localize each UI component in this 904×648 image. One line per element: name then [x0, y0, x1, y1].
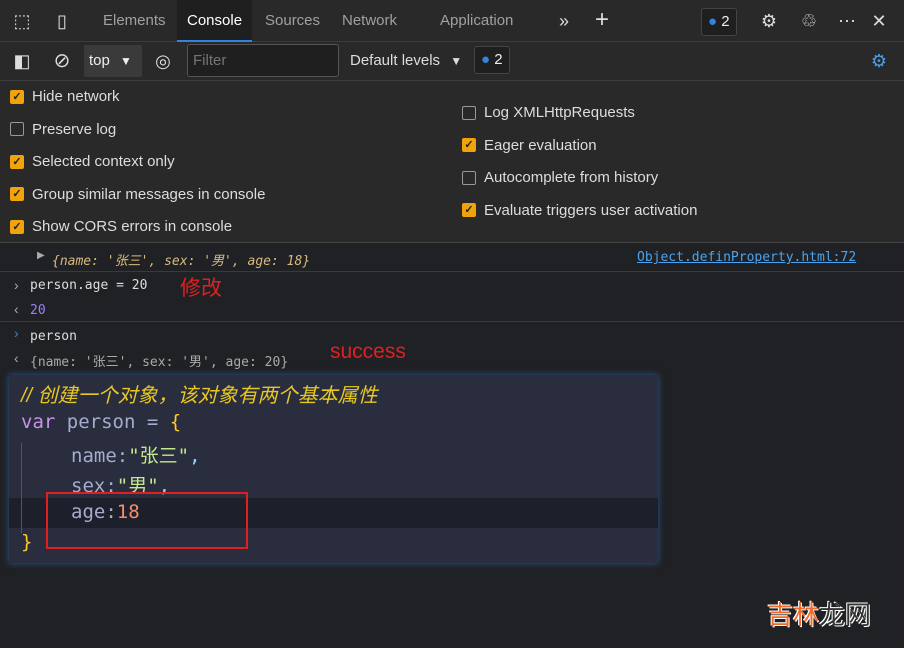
checkbox[interactable]: ✓	[10, 219, 24, 234]
more-options-icon[interactable]: ⋯	[835, 9, 859, 33]
more-tabs-icon[interactable]: »	[552, 9, 576, 33]
code-line: var person = {	[21, 411, 181, 433]
code-screenshot: // 创建一个对象，该对象有两个基本属性 var person = { name…	[9, 375, 658, 563]
setting-option[interactable]: ✓ Show CORS errors in console	[10, 218, 232, 235]
setting-label: Autocomplete from history	[484, 169, 659, 186]
tab-sources[interactable]: Sources	[255, 0, 330, 42]
messages-badge[interactable]: ● 2	[474, 46, 510, 74]
checkbox[interactable]: ✓	[10, 154, 24, 169]
setting-option[interactable]: ✓ Selected context only	[10, 153, 175, 170]
live-expression-eye-icon[interactable]: ◎	[151, 49, 175, 73]
setting-label: Selected context only	[32, 153, 175, 170]
console-entry-assign: › person.age = 20 修改 ‹ 20	[0, 272, 904, 322]
keyword: var	[21, 411, 56, 433]
issues-badge[interactable]: ● 2	[701, 8, 737, 36]
setting-option[interactable]: ✓ Hide network	[10, 88, 120, 105]
tab-console[interactable]: Console	[177, 0, 253, 42]
checkbox[interactable]: ✓	[462, 203, 476, 217]
log-levels-select[interactable]: Default levels ▼	[350, 42, 462, 80]
expand-triangle-icon[interactable]: ▶	[37, 250, 45, 261]
feedback-icon[interactable]: ♲	[797, 9, 821, 33]
clear-console-icon[interactable]: ⊘	[50, 49, 74, 73]
setting-option[interactable]: Autocomplete from history	[462, 169, 658, 186]
output-chevron-icon: ‹	[14, 350, 19, 366]
identifier: person =	[55, 411, 170, 433]
console-input: person	[30, 329, 77, 344]
string: "张三"	[128, 445, 190, 467]
checkbox[interactable]	[10, 122, 24, 136]
dropdown-arrow-icon: ▼	[120, 54, 132, 68]
console-settings-panel: ✓ Hide network Preserve log ✓ Selected conte…	[0, 81, 904, 243]
key: name:	[71, 445, 129, 467]
setting-label: Log XMLHttpRequests	[484, 104, 635, 121]
new-tab-icon[interactable]: +	[590, 8, 614, 32]
console-result: 20	[30, 303, 46, 318]
setting-label: Preserve log	[32, 120, 117, 138]
console-result: {name: '张三', sex: '男', age: 20}	[30, 355, 289, 370]
checkbox[interactable]	[462, 105, 476, 120]
context-value: top	[89, 52, 110, 69]
context-select[interactable]: top ▼	[84, 45, 142, 77]
input-chevron-icon: ›	[14, 277, 19, 293]
setting-label: Eager evaluation	[484, 136, 597, 154]
setting-label: Group similar messages in console	[32, 185, 266, 203]
setting-option[interactable]: ✓ Eager evaluation	[462, 137, 597, 154]
tab-elements[interactable]: Elements	[93, 0, 176, 42]
setting-label: Show CORS errors in console	[32, 218, 233, 235]
setting-option[interactable]: ✓ Group similar messages in console	[10, 186, 265, 203]
annotation-modify: 修改	[180, 277, 222, 300]
logged-object[interactable]: {name: '张三', sex: '男', age: 18}	[52, 250, 310, 269]
source-link[interactable]: Object.definProperty.html:72	[637, 250, 856, 265]
code-comment: // 创建一个对象，该对象有两个基本属性	[21, 385, 378, 407]
levels-value: Default levels	[350, 52, 441, 69]
setting-label: Hide network	[32, 88, 120, 105]
sidebar-toggle-icon[interactable]: ◧	[10, 49, 34, 73]
settings-gear-icon[interactable]: ⚙	[757, 9, 781, 33]
messages-count: 2	[494, 51, 503, 68]
device-toolbar-icon[interactable]: ▯	[50, 9, 74, 33]
input-chevron-icon: ›	[14, 325, 19, 341]
tab-application[interactable]: Application	[430, 0, 523, 42]
devtools-tabbar: ⬚ ▯ Elements Console Sources Network App…	[0, 0, 904, 42]
filter-input[interactable]	[187, 44, 339, 77]
code-line: }	[21, 531, 33, 553]
message-icon: ●	[481, 51, 491, 68]
punct: ,	[189, 445, 201, 467]
console-entry-person: › person ‹ {name: '张三', sex: '男', age: 2…	[0, 322, 904, 372]
checkbox[interactable]: ✓	[10, 89, 24, 104]
brace: {	[169, 411, 182, 433]
inspect-element-icon[interactable]: ⬚	[10, 9, 34, 33]
console-toolbar: ◧ ⊘ top ▼ ◎ Default levels ▼ ● 2 ⚙	[0, 42, 904, 81]
output-chevron-icon: ‹	[14, 301, 19, 317]
setting-option[interactable]: Log XMLHttpRequests	[462, 104, 635, 121]
dropdown-arrow-icon: ▼	[450, 54, 463, 68]
tab-network[interactable]: Network	[332, 0, 407, 42]
message-icon: ●	[708, 13, 718, 30]
watermark-logo: 吉林龙网	[767, 600, 872, 630]
checkbox[interactable]: ✓	[10, 187, 24, 201]
checkbox[interactable]: ✓	[462, 138, 476, 152]
setting-option[interactable]: ✓ Evaluate triggers user activation	[462, 202, 697, 219]
console-input: person.age = 20	[30, 278, 148, 293]
console-settings-gear-icon[interactable]: ⚙	[867, 49, 891, 73]
annotation-success: success	[330, 340, 406, 363]
setting-label: Evaluate triggers user activation	[484, 201, 698, 219]
issues-count: 2	[721, 13, 730, 30]
setting-option[interactable]: Preserve log	[10, 121, 116, 138]
indent-guide	[21, 443, 22, 533]
code-line: name:"张三",	[71, 441, 201, 468]
close-icon[interactable]: ✕	[867, 9, 891, 33]
checkbox[interactable]	[462, 170, 476, 185]
highlight-box	[46, 492, 248, 549]
console-log-message: ▶ {name: '张三', sex: '男', age: 18} Object…	[0, 243, 904, 272]
